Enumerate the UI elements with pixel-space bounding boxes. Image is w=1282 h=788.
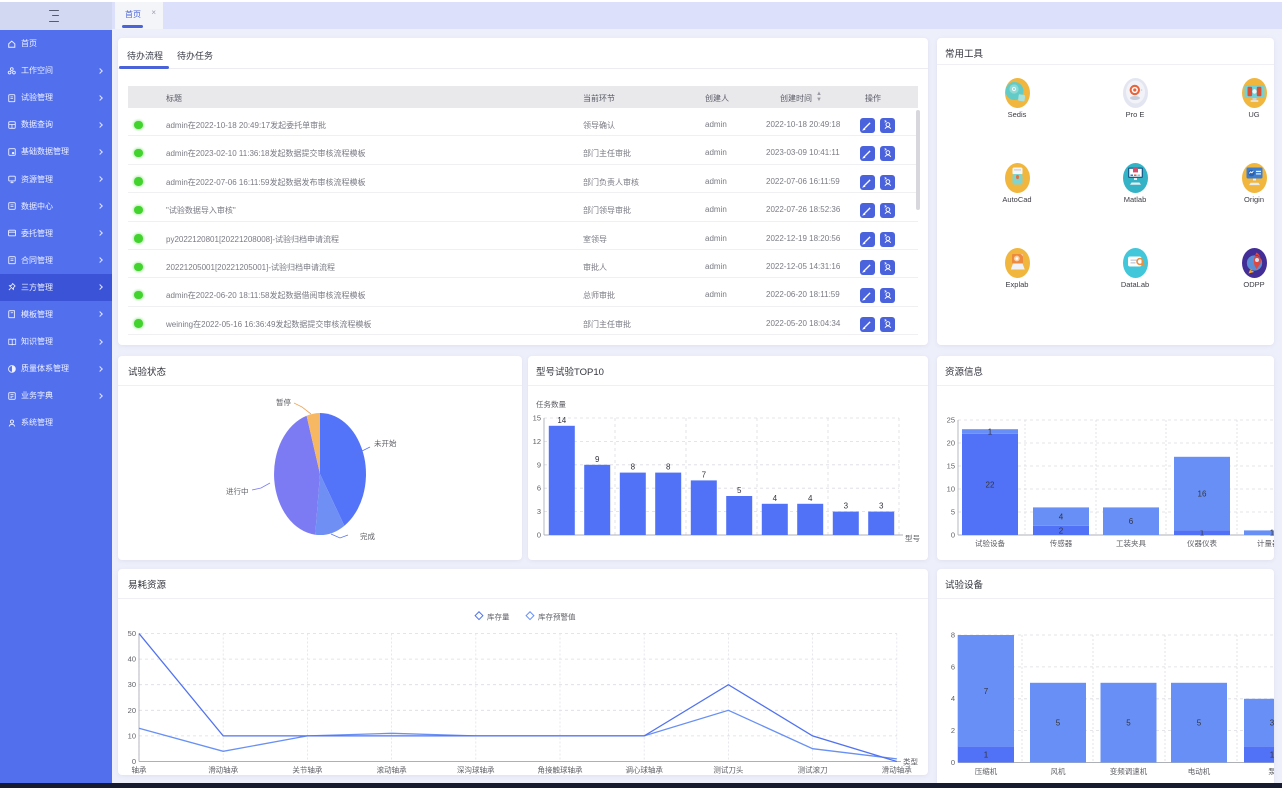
svg-text:仪器仪表: 仪器仪表 (1187, 538, 1217, 548)
svg-text:未开始: 未开始 (374, 438, 397, 448)
svg-text:6: 6 (1129, 517, 1134, 526)
svg-text:4: 4 (773, 494, 778, 503)
svg-text:计量器具: 计量器具 (1257, 538, 1274, 548)
svg-text:12: 12 (533, 437, 541, 446)
svg-text:2: 2 (951, 726, 955, 735)
svg-text:测试刀头: 测试刀头 (713, 765, 743, 775)
svg-text:50: 50 (128, 629, 136, 638)
svg-text:20: 20 (128, 706, 136, 715)
svg-text:2: 2 (1059, 526, 1064, 535)
svg-text:滚动轴承: 滚动轴承 (377, 765, 407, 775)
svg-text:10: 10 (128, 731, 136, 740)
svg-text:5: 5 (1056, 719, 1061, 728)
svg-text:6: 6 (537, 484, 541, 493)
svg-text:0: 0 (537, 531, 541, 540)
svg-text:7: 7 (702, 470, 707, 479)
svg-text:压缩机: 压缩机 (975, 766, 998, 776)
svg-text:14: 14 (557, 416, 566, 425)
svg-text:泵: 泵 (1268, 767, 1274, 776)
svg-text:5: 5 (1126, 719, 1131, 728)
svg-text:9: 9 (595, 455, 600, 464)
svg-text:任务数量: 任务数量 (536, 399, 566, 409)
svg-text:变频调速机: 变频调速机 (1110, 766, 1148, 776)
svg-text:类型: 类型 (903, 757, 918, 767)
svg-text:轴承: 轴承 (132, 765, 147, 775)
svg-text:0: 0 (951, 531, 955, 540)
svg-text:电动机: 电动机 (1188, 766, 1211, 776)
svg-text:5: 5 (737, 486, 742, 495)
svg-text:22: 22 (986, 480, 995, 489)
svg-text:25: 25 (947, 416, 955, 425)
svg-text:完成: 完成 (360, 531, 375, 541)
svg-text:5: 5 (1197, 719, 1202, 728)
svg-text:进行中: 进行中 (226, 486, 249, 496)
svg-text:3: 3 (844, 502, 849, 511)
svg-text:6: 6 (951, 662, 955, 671)
svg-text:8: 8 (631, 463, 636, 472)
svg-text:8: 8 (951, 631, 955, 640)
svg-text:30: 30 (128, 680, 136, 689)
svg-text:9: 9 (537, 460, 541, 469)
svg-text:20: 20 (947, 439, 955, 448)
svg-text:库存量: 库存量 (487, 612, 510, 622)
svg-text:1: 1 (988, 428, 993, 437)
svg-text:3: 3 (879, 502, 884, 511)
svg-text:工装夹具: 工装夹具 (1116, 538, 1146, 548)
svg-text:8: 8 (666, 463, 671, 472)
svg-text:1: 1 (1270, 529, 1274, 538)
svg-text:测试滚刀: 测试滚刀 (798, 765, 828, 775)
svg-text:7: 7 (984, 687, 989, 696)
svg-text:传感器: 传感器 (1050, 538, 1073, 548)
svg-text:3: 3 (1270, 719, 1274, 728)
svg-text:1: 1 (1270, 751, 1274, 760)
svg-text:5: 5 (951, 508, 955, 517)
svg-text:暂停: 暂停 (276, 397, 291, 407)
svg-text:1: 1 (984, 751, 989, 760)
svg-text:调心球轴承: 调心球轴承 (625, 765, 663, 775)
svg-text:15: 15 (533, 414, 541, 423)
svg-text:10: 10 (947, 485, 955, 494)
svg-text:4: 4 (951, 694, 955, 703)
svg-text:4: 4 (808, 494, 813, 503)
svg-text:角接触球轴承: 角接触球轴承 (538, 765, 583, 775)
svg-text:3: 3 (537, 507, 541, 516)
svg-text:型号: 型号 (905, 534, 920, 543)
svg-text:0: 0 (951, 758, 955, 767)
svg-text:4: 4 (1059, 513, 1064, 522)
svg-text:关节轴承: 关节轴承 (292, 765, 322, 775)
svg-text:库存预警值: 库存预警值 (538, 612, 576, 622)
svg-text:深沟球轴承: 深沟球轴承 (457, 765, 495, 775)
svg-text:40: 40 (128, 655, 136, 664)
svg-text:风机: 风机 (1051, 766, 1067, 776)
svg-text:试验设备: 试验设备 (975, 538, 1005, 548)
svg-text:滑动轴承: 滑动轴承 (208, 765, 238, 775)
svg-text:15: 15 (947, 462, 955, 471)
svg-text:16: 16 (1198, 490, 1207, 499)
